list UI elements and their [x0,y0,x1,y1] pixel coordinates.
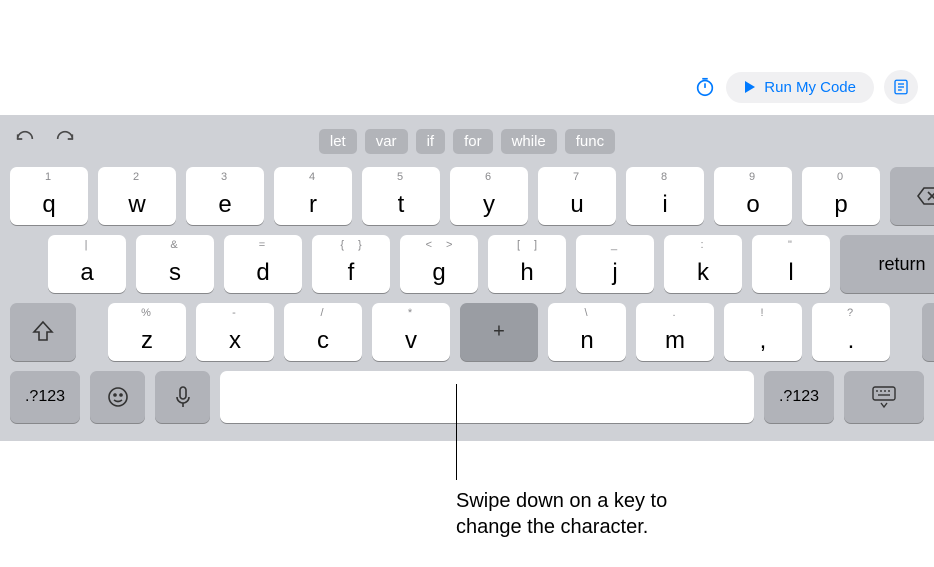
key-h[interactable]: []h [488,235,566,293]
run-label: Run My Code [764,79,856,96]
dismiss-keyboard-key[interactable] [844,371,924,423]
onscreen-keyboard: letvariffor while func 1q2w3e4r5t6y7u8i9o0… [0,115,934,441]
keyword-pill-var[interactable]: var [365,129,408,154]
keyword-pill-if[interactable]: if [416,129,446,154]
key-i[interactable]: 8i [626,167,704,225]
run-my-code-button[interactable]: Run My Code [726,72,874,103]
callout-text: Swipe down on a key to change the charac… [456,488,716,540]
undo-icon[interactable] [14,130,36,153]
stopwatch-icon[interactable] [694,76,716,98]
key-z[interactable]: %z [108,303,186,361]
key-a[interactable]: |a [48,235,126,293]
key-u[interactable]: 7u [538,167,616,225]
redo-icon[interactable] [54,130,76,153]
key-g[interactable]: <>g [400,235,478,293]
dictation-key[interactable] [155,371,210,423]
key-o[interactable]: 9o [714,167,792,225]
key-m[interactable]: .m [636,303,714,361]
callout-leader-line [456,384,457,480]
keyword-pill-let[interactable]: let [319,129,357,154]
key-.[interactable]: ?. [812,303,890,361]
key-d[interactable]: =d [224,235,302,293]
key-l[interactable]: "l [752,235,830,293]
keyword-pill-for[interactable]: for [453,129,493,154]
key-e[interactable]: 3e [186,167,264,225]
key-k[interactable]: :k [664,235,742,293]
key-t[interactable]: 5t [362,167,440,225]
key-r[interactable]: 4r [274,167,352,225]
key-f[interactable]: {}f [312,235,390,293]
key-b[interactable]: + [460,303,538,361]
key-w[interactable]: 2w [98,167,176,225]
space-key[interactable] [220,371,754,423]
backspace-key[interactable] [890,167,934,225]
keyword-pill-while[interactable]: while [501,129,557,154]
key-n[interactable]: \n [548,303,626,361]
return-key[interactable]: return [840,235,934,293]
symbols-key-right[interactable]: .?123 [764,371,834,423]
key-q[interactable]: 1q [10,167,88,225]
key-c[interactable]: /c [284,303,362,361]
key-p[interactable]: 0p [802,167,880,225]
keyword-pill-func[interactable]: func [565,129,615,154]
key-y[interactable]: 6y [450,167,528,225]
key-s[interactable]: &s [136,235,214,293]
key-j[interactable]: _j [576,235,654,293]
symbols-key[interactable]: .?123 [10,371,80,423]
shift-key-left[interactable] [10,303,76,361]
key-v[interactable]: *v [372,303,450,361]
key-x[interactable]: -x [196,303,274,361]
emoji-key[interactable] [90,371,145,423]
results-panel-button[interactable] [884,70,918,104]
key-,[interactable]: !, [724,303,802,361]
shift-key-right[interactable] [922,303,934,361]
